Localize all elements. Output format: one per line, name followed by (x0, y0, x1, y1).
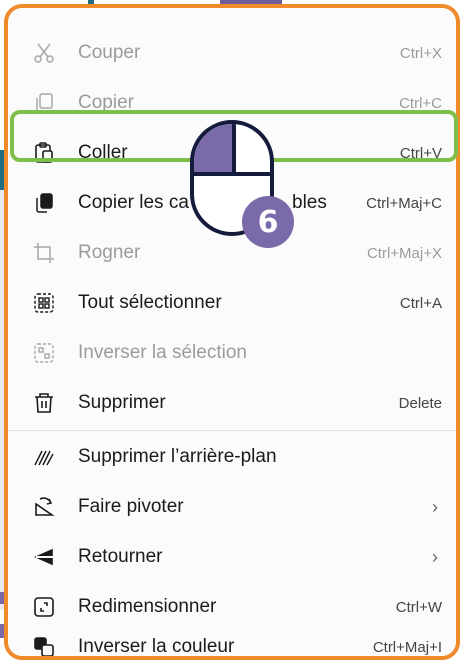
invert-color-icon (30, 633, 58, 656)
menu-item-label: Inverser la couleur (78, 636, 235, 657)
menu-item-label: Couper (78, 42, 141, 63)
menu-item-label: Tout sélectionner (78, 292, 222, 313)
menu-item-retourner[interactable]: Retourner › (8, 532, 456, 582)
menu-separator (8, 430, 456, 431)
mouse-left-button (194, 124, 232, 172)
resize-icon (30, 593, 58, 621)
trash-icon (30, 389, 58, 417)
scissors-icon (30, 39, 58, 67)
chevron-right-icon: › (432, 496, 438, 517)
menu-item-shortcut: Ctrl+C (399, 94, 442, 112)
menu-item-label: Retourner (78, 546, 163, 567)
menu-item-shortcut: Ctrl+X (399, 44, 442, 62)
menu-item-label: Faire pivoter (78, 496, 184, 517)
menu-item-shortcut: Ctrl+Maj+X (366, 244, 442, 262)
menu-item-label: Redimensionner (78, 596, 217, 617)
menu-item-supprimer-arriere-plan[interactable]: Supprimer l’arrière-plan (8, 432, 456, 482)
menu-item-shortcut: Ctrl+Maj+C (366, 194, 442, 212)
mouse-divider (232, 124, 236, 172)
crop-icon (30, 239, 58, 267)
menu-item-couper[interactable]: Couper Ctrl+X (8, 28, 456, 78)
menu-item-inverser-couleur[interactable]: Inverser la couleur Ctrl+Maj+I (8, 622, 456, 657)
chevron-right-icon: › (432, 546, 438, 567)
menu-item-shortcut: Delete (398, 394, 442, 412)
menu-item-shortcut: Ctrl+A (399, 294, 442, 312)
mouse-divider (194, 172, 270, 176)
menu-item-inverser-selection[interactable]: Inverser la sélection (8, 328, 456, 378)
invert-selection-icon (30, 339, 58, 367)
menu-item-supprimer[interactable]: Supprimer Delete (8, 378, 456, 428)
menu-item-label: Rogner (78, 242, 141, 263)
menu-item-label: Supprimer l’arrière-plan (78, 446, 277, 467)
menu-item-label-tail: bles (292, 192, 327, 213)
menu-item-shortcut: Ctrl+W (395, 598, 442, 616)
menu-item-label: Inverser la sélection (78, 342, 247, 363)
rotate-icon (30, 493, 58, 521)
menu-item-label: Copier les ca (78, 192, 189, 213)
flip-icon (30, 543, 58, 571)
menu-item-shortcut: Ctrl+Maj+I (372, 638, 442, 656)
select-all-icon (30, 289, 58, 317)
menu-item-faire-pivoter[interactable]: Faire pivoter › (8, 482, 456, 532)
menu-item-tout-selectionner[interactable]: Tout sélectionner Ctrl+A (8, 278, 456, 328)
menu-item-label: Supprimer (78, 392, 166, 413)
copy-visible-icon (30, 189, 58, 217)
context-menu: Couper Ctrl+X Copier Ctrl+C Coller Ctrl+… (4, 4, 460, 660)
step-badge: 6 (242, 196, 294, 248)
remove-background-icon (30, 443, 58, 471)
